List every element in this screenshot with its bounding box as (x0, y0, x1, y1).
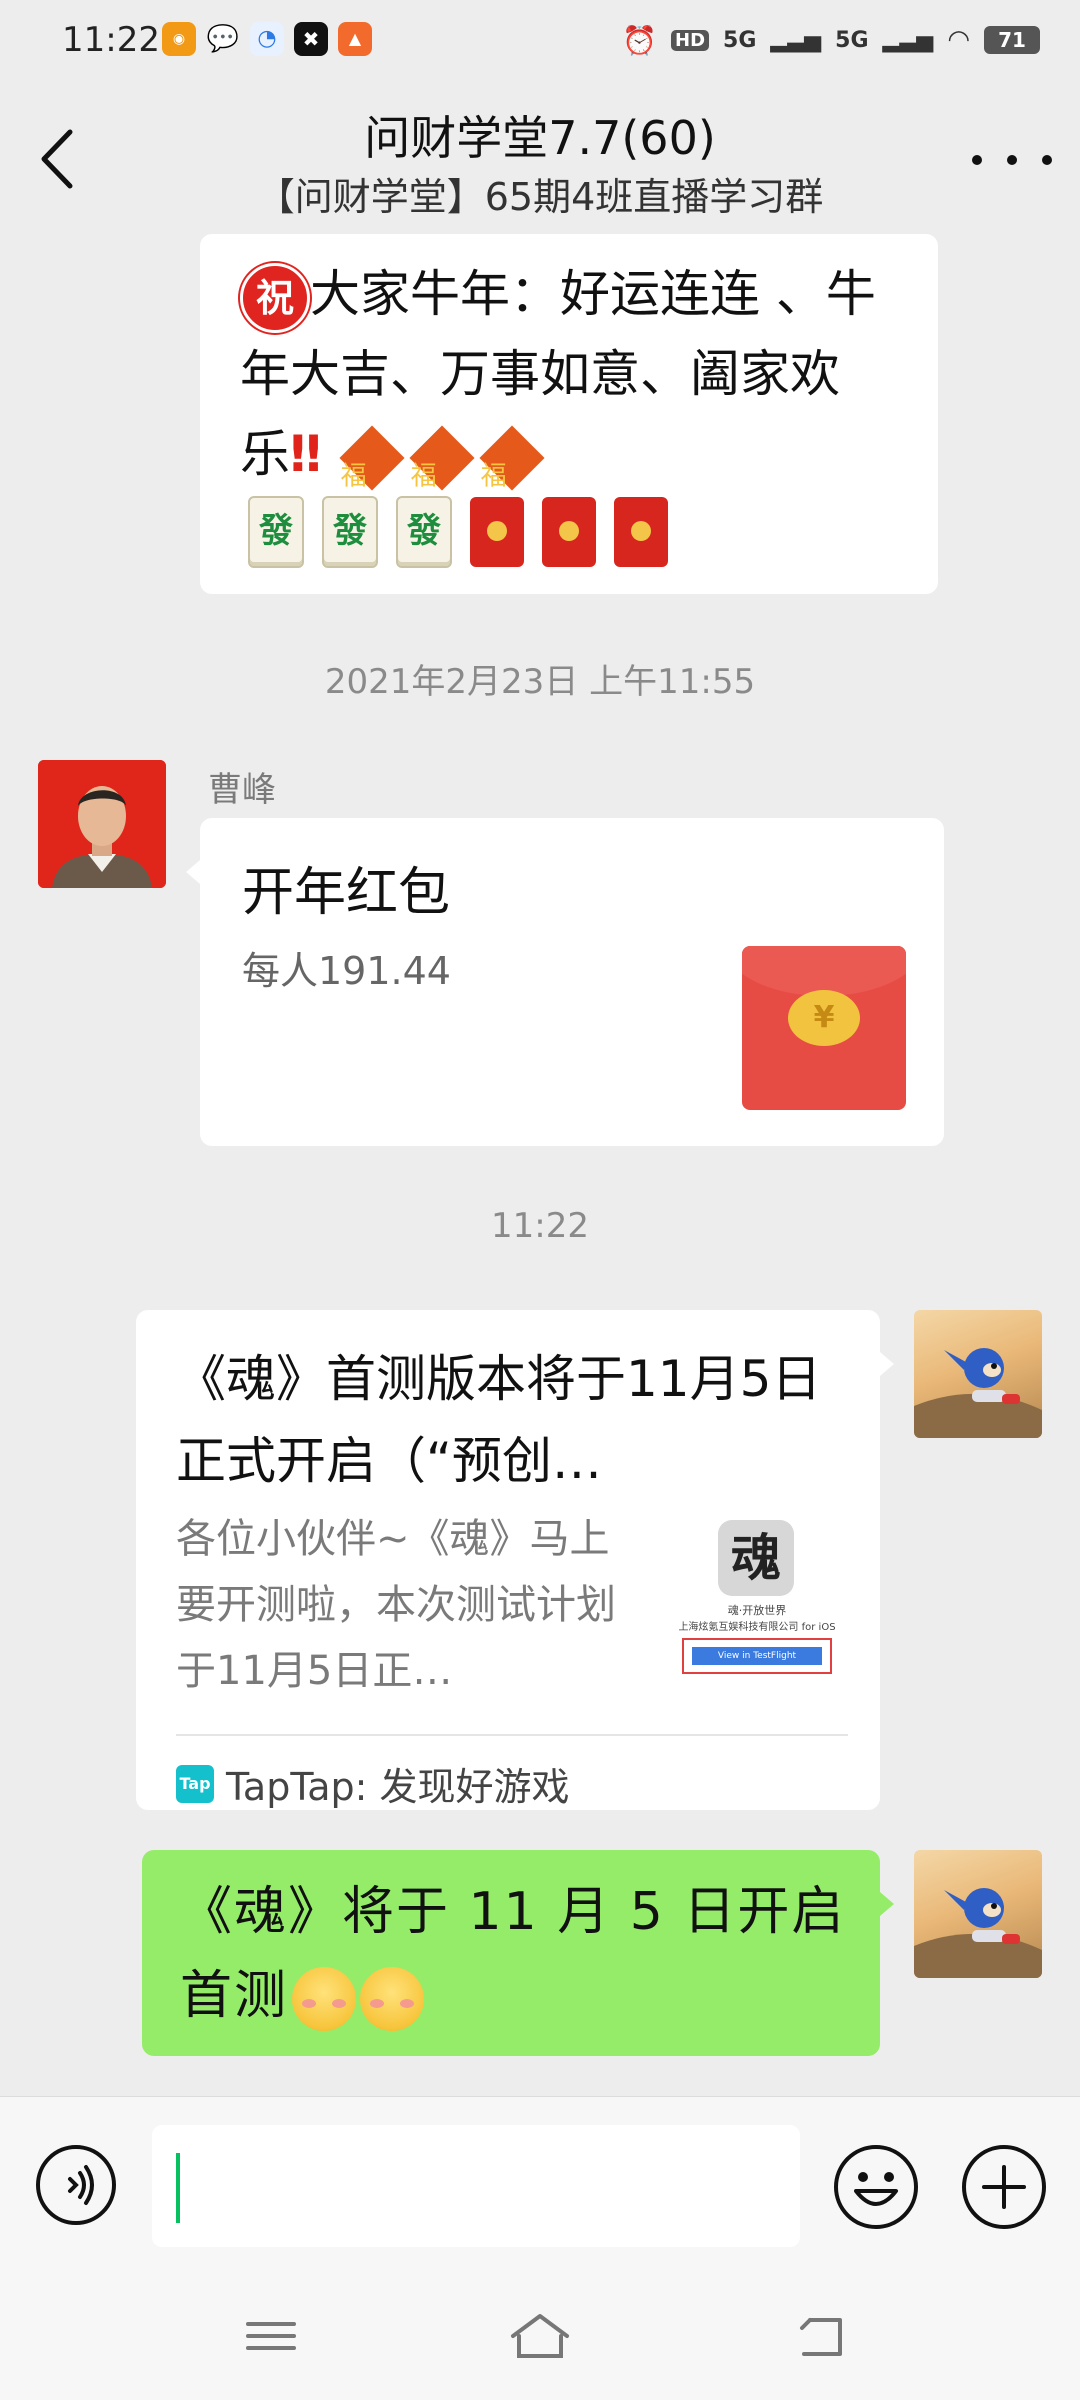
menu-icon (246, 2322, 296, 2350)
yen-coin-icon: ¥ (788, 990, 860, 1046)
red-packet-amount: 每人191.44 (242, 949, 451, 993)
double-exclamation-icon: ‼ (290, 425, 322, 483)
emoji-button[interactable] (832, 2143, 920, 2231)
app-notification-icon: ▲ (338, 22, 372, 56)
link-card-thumbnail: 魂 魂·开放世界 上海炫氪互娱科技有限公司 for iOS View in Te… (672, 1520, 842, 1684)
self-message-text: 《魂》将于 11 月 5 日开启首测 (180, 1870, 860, 2038)
sonic-avatar-icon (914, 1348, 1042, 1438)
voice-icon (36, 2145, 116, 2225)
status-right: ⏰ HD 5G ▂▃▅ 5G ▂▃▅ ◠ 71 (622, 20, 1040, 60)
signal-2-label: 5G (835, 27, 869, 53)
more-dot-icon (1042, 155, 1052, 165)
greeting-message-bubble[interactable]: 祝大家牛年：好运连连 、牛年大吉、万事如意、阖家欢乐‼ 福福福 發 發 發 (200, 234, 938, 594)
sender-name: 曹峰 (208, 770, 276, 810)
zhu-badge-icon: 祝 (240, 262, 310, 333)
red-packet-title: 开年红包 (242, 863, 451, 923)
back-nav-button[interactable] (790, 2306, 860, 2366)
greeting-message-text: 祝大家牛年：好运连连 、牛年大吉、万事如意、阖家欢乐‼ 福福福 (240, 254, 900, 494)
sender-avatar[interactable] (38, 760, 166, 888)
red-packet-flap (742, 946, 906, 996)
system-navigation-bar (0, 2274, 1080, 2400)
game-logo-icon: 魂 (718, 1520, 794, 1596)
greeting-text: 大家牛年：好运连连 、牛年大吉、万事如意、阖家欢乐 (240, 265, 876, 483)
taptap-logo-icon: Tap (176, 1764, 214, 1803)
chat-title: 问财学堂7.7(60) (364, 111, 716, 165)
signal-2-icon: ▂▃▅ (882, 27, 934, 53)
red-envelope-emoji-icon (542, 497, 596, 567)
more-dot-icon (972, 155, 982, 165)
fu-diamond-icon: 福 (339, 424, 405, 491)
status-bar: 11:22 ◉ 💬 ◔ ✖ ▲ ⏰ HD 5G ▂▃▅ 5G ▂▃▅ ◠ 71 (0, 0, 1080, 84)
timestamp: 2021年2月23日 上午11:55 (324, 662, 756, 702)
bubble-tail (880, 1352, 894, 1376)
input-bar (0, 2096, 1080, 2275)
fu-diamond-icon: 福 (479, 424, 545, 491)
smiley-icon (834, 2145, 918, 2229)
text-caret (176, 2153, 180, 2223)
browser-notification-icon: ◔ (250, 22, 284, 56)
link-card-source-label: TapTap: 发现好游戏 (226, 1765, 570, 1809)
red-packet-message[interactable]: 开年红包 每人191.44 ¥ (200, 818, 944, 1146)
self-message-content: 《魂》将于 11 月 5 日开启首测 (180, 1882, 846, 2026)
capcut-notification-icon: ✖ (294, 22, 328, 56)
chat-subtitle: 【问财学堂】65期4班直播学习群 (256, 175, 824, 219)
shared-link-card[interactable]: 《魂》首测版本将于11月5日正式开启（“预创… 各位小伙伴~《魂》马上要开测啦，… (136, 1310, 880, 1810)
wechat-notification-icon: 💬 (206, 24, 240, 54)
red-envelope-emoji-icon (470, 497, 524, 567)
bubble-tail (880, 1892, 894, 1916)
signal-1-icon: ▂▃▅ (770, 27, 822, 53)
hd-indicator: HD (671, 29, 710, 51)
link-card-description: 各位小伙伴~《魂》马上要开测啦，本次测试计划于11月5日正… (176, 1516, 616, 1694)
self-avatar[interactable] (914, 1850, 1042, 1978)
battery-indicator: 71 (984, 26, 1040, 54)
testflight-button: View in TestFlight (682, 1638, 832, 1674)
more-options-button[interactable] (972, 140, 1052, 180)
emoji-row: 發 發 發 (248, 496, 668, 568)
chat-header: 问财学堂7.7(60) 【问财学堂】65期4班直播学习群 (0, 84, 1080, 234)
person-portrait-icon (38, 760, 166, 888)
red-packet-icon: ¥ (742, 946, 906, 1110)
more-functions-button[interactable] (960, 2143, 1048, 2231)
return-icon (800, 2318, 842, 2356)
bubble-tail (186, 860, 200, 884)
home-icon (511, 2314, 569, 2358)
wifi-icon: ◠ (947, 25, 970, 55)
plus-icon (962, 2145, 1046, 2229)
link-card-divider (176, 1734, 848, 1736)
imou-app-icon: ◉ (162, 22, 196, 56)
mahjong-fa-icon: 發 (248, 496, 304, 568)
self-avatar[interactable] (914, 1310, 1042, 1438)
blushing-face-emoji-icon (360, 1967, 425, 2031)
signal-1-label: 5G (723, 27, 757, 53)
link-card-title: 《魂》首测版本将于11月5日正式开启（“预创… (176, 1350, 822, 1490)
mahjong-fa-icon: 發 (396, 496, 452, 568)
thumbnail-caption-1: 魂·开放世界 (727, 1604, 787, 1617)
message-list[interactable]: 祝大家牛年：好运连连 、牛年大吉、万事如意、阖家欢乐‼ 福福福 發 發 發 20… (0, 234, 1080, 2096)
menu-nav-button[interactable] (236, 2306, 306, 2366)
self-text-message[interactable]: 《魂》将于 11 月 5 日开启首测 (142, 1850, 880, 2056)
fu-diamond-icon: 福 (409, 424, 475, 491)
blushing-face-emoji-icon (292, 1967, 357, 2031)
alarm-icon: ⏰ (622, 23, 658, 57)
status-time: 11:22 (62, 20, 160, 60)
timestamp: 11:22 (491, 1206, 589, 1246)
mahjong-fa-icon: 發 (322, 496, 378, 568)
thumbnail-caption-2: 上海炫氪互娱科技有限公司 for iOS (678, 1622, 836, 1633)
voice-input-button[interactable] (34, 2143, 118, 2227)
red-envelope-emoji-icon (614, 497, 668, 567)
link-card-source: Tap TapTap: 发现好游戏 (176, 1756, 570, 1811)
more-dot-icon (1007, 155, 1017, 165)
sonic-avatar-icon (914, 1888, 1042, 1978)
home-nav-button[interactable] (505, 2306, 575, 2366)
message-input[interactable] (152, 2125, 800, 2247)
